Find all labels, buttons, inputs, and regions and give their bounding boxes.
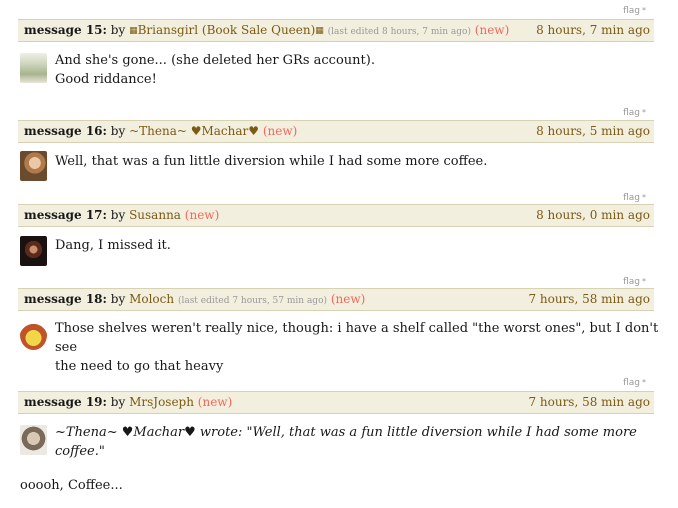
flag-star: * — [642, 193, 646, 202]
flag-link[interactable]: flag * — [623, 277, 646, 287]
new-badge: (new) — [474, 23, 510, 37]
username-link[interactable]: Susanna — [129, 208, 181, 222]
message-number: message 16: — [24, 124, 107, 138]
message-number: message 18: — [24, 292, 107, 306]
message-header: message 18: by Moloch (last edited 7 hou… — [18, 288, 654, 311]
flag-star: * — [642, 6, 646, 15]
message-quote-line: ~Thena~ ♥Machar♥ wrote: "Well, that was … — [55, 423, 637, 442]
message-header-left: message 18: by Moloch (last edited 7 hou… — [24, 289, 365, 312]
flag-star: * — [642, 277, 646, 286]
message-body: ~Thena~ ♥Machar♥ wrote: "Well, that was … — [55, 423, 637, 461]
flag-link[interactable]: flag * — [623, 108, 646, 118]
message-text-line: Good riddance! — [55, 72, 157, 87]
timestamp-link[interactable]: 8 hours, 0 min ago — [536, 205, 650, 226]
message-header-left: message 15: by ▦Briansgirl (Book Sale Qu… — [24, 20, 509, 43]
message-header-left: message 17: by Susanna (new) — [24, 205, 219, 226]
timestamp-link[interactable]: 7 hours, 58 min ago — [528, 289, 650, 310]
message-text-line: Dang, I missed it. — [55, 238, 171, 253]
flag-link[interactable]: flag * — [623, 378, 646, 388]
message-quote-line: coffee." — [55, 442, 637, 461]
message-text-line: Well, that was a fun little diversion wh… — [55, 154, 488, 169]
by-label: by — [110, 124, 126, 138]
timestamp-link[interactable]: 8 hours, 7 min ago — [536, 20, 650, 41]
by-label: by — [110, 292, 126, 306]
by-label: by — [110, 395, 126, 409]
flag-star: * — [642, 108, 646, 117]
edited-note: (last edited 7 hours, 57 min ago) — [177, 296, 327, 306]
username-link[interactable]: Moloch — [129, 292, 174, 306]
message-text-line: the need to go that heavy — [55, 359, 224, 374]
flag-star: * — [642, 378, 646, 387]
book-badge-icon: ▦ — [129, 26, 138, 36]
new-badge: (new) — [184, 208, 220, 222]
message-number: message 17: — [24, 208, 107, 222]
message-header: message 15: by ▦Briansgirl (Book Sale Qu… — [18, 19, 654, 42]
message-body: Dang, I missed it. — [55, 236, 171, 255]
username-link[interactable]: MrsJoseph — [129, 395, 194, 409]
book-badge-icon: ▦ — [315, 26, 324, 36]
user-avatar[interactable] — [20, 236, 47, 266]
new-badge: (new) — [262, 124, 298, 138]
message-reply-text: ooooh, Coffee... — [20, 478, 123, 493]
flag-label[interactable]: flag — [623, 193, 640, 203]
flag-link[interactable]: flag * — [623, 6, 646, 16]
message-body: Those shelves weren't really nice, thoug… — [55, 319, 678, 376]
username-link[interactable]: Briansgirl (Book Sale Queen) — [138, 23, 316, 37]
timestamp-link[interactable]: 7 hours, 58 min ago — [528, 392, 650, 413]
message-header: message 16: by ~Thena~ ♥Machar♥ (new) 8 … — [18, 120, 654, 143]
flag-label[interactable]: flag — [623, 378, 640, 388]
message-number: message 15: — [24, 23, 107, 37]
message-header: message 17: by Susanna (new) 8 hours, 0 … — [18, 204, 654, 227]
user-avatar[interactable] — [20, 151, 47, 181]
new-badge: (new) — [330, 292, 366, 306]
message-header-left: message 19: by MrsJoseph (new) — [24, 392, 232, 413]
timestamp-link[interactable]: 8 hours, 5 min ago — [536, 121, 650, 142]
flag-label[interactable]: flag — [623, 277, 640, 287]
message-number: message 19: — [24, 395, 107, 409]
quote-text: coffee." — [55, 444, 105, 459]
username-link[interactable]: ~Thena~ ♥Machar♥ — [129, 124, 259, 138]
user-avatar[interactable] — [20, 53, 47, 83]
flag-link[interactable]: flag * — [623, 193, 646, 203]
by-label: by — [110, 23, 126, 37]
message-body: Well, that was a fun little diversion wh… — [55, 152, 487, 171]
quote-text: ~Thena~ ♥Machar♥ wrote: "Well, that was … — [55, 425, 637, 440]
user-avatar[interactable] — [20, 425, 47, 455]
message-header: message 19: by MrsJoseph (new) 7 hours, … — [18, 391, 654, 414]
message-body: And she's gone... (she deleted her GRs a… — [55, 51, 375, 89]
flag-label[interactable]: flag — [623, 6, 640, 16]
new-badge: (new) — [197, 395, 233, 409]
message-header-left: message 16: by ~Thena~ ♥Machar♥ (new) — [24, 121, 297, 142]
user-avatar[interactable] — [20, 320, 47, 350]
message-text-line: Those shelves weren't really nice, thoug… — [55, 321, 659, 355]
flag-label[interactable]: flag — [623, 108, 640, 118]
edited-note: (last edited 8 hours, 7 min ago) — [327, 27, 471, 37]
by-label: by — [110, 208, 126, 222]
message-text-line: And she's gone... (she deleted her GRs a… — [55, 53, 375, 68]
